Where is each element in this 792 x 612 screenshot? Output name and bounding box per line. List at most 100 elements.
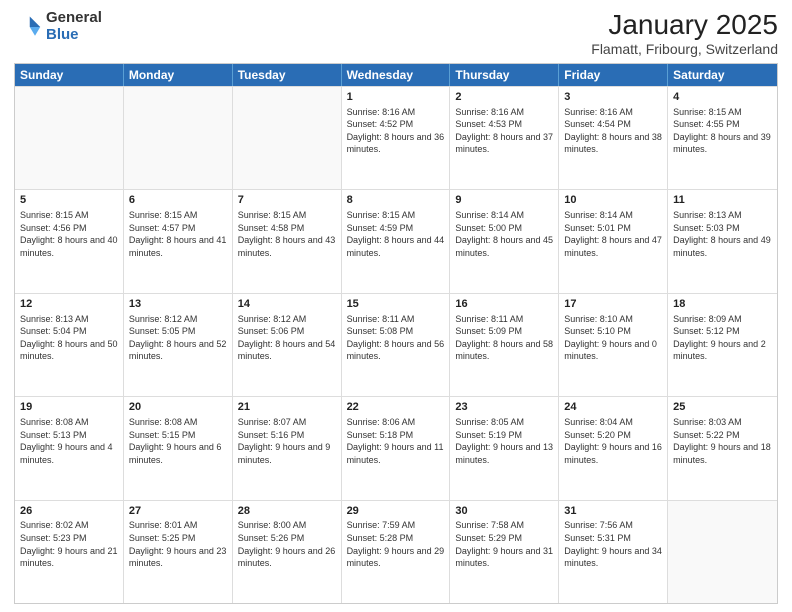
day-cell-8: 8Sunrise: 8:15 AM Sunset: 4:59 PM Daylig…	[342, 190, 451, 292]
day-number: 20	[129, 400, 227, 415]
empty-cell	[233, 87, 342, 189]
day-number: 12	[20, 297, 118, 312]
day-cell-1: 1Sunrise: 8:16 AM Sunset: 4:52 PM Daylig…	[342, 87, 451, 189]
day-info: Sunrise: 7:58 AM Sunset: 5:29 PM Dayligh…	[455, 519, 553, 569]
day-number: 26	[20, 504, 118, 519]
day-number: 15	[347, 297, 445, 312]
page-subtitle: Flamatt, Fribourg, Switzerland	[591, 41, 778, 57]
day-number: 19	[20, 400, 118, 415]
empty-cell	[124, 87, 233, 189]
day-cell-20: 20Sunrise: 8:08 AM Sunset: 5:15 PM Dayli…	[124, 397, 233, 499]
day-number: 5	[20, 193, 118, 208]
day-cell-17: 17Sunrise: 8:10 AM Sunset: 5:10 PM Dayli…	[559, 294, 668, 396]
day-cell-3: 3Sunrise: 8:16 AM Sunset: 4:54 PM Daylig…	[559, 87, 668, 189]
empty-cell	[15, 87, 124, 189]
day-info: Sunrise: 8:15 AM Sunset: 4:58 PM Dayligh…	[238, 209, 336, 259]
day-number: 14	[238, 297, 336, 312]
day-number: 10	[564, 193, 662, 208]
day-cell-2: 2Sunrise: 8:16 AM Sunset: 4:53 PM Daylig…	[450, 87, 559, 189]
day-info: Sunrise: 8:08 AM Sunset: 5:15 PM Dayligh…	[129, 416, 227, 466]
day-info: Sunrise: 8:15 AM Sunset: 4:55 PM Dayligh…	[673, 106, 772, 156]
day-info: Sunrise: 8:04 AM Sunset: 5:20 PM Dayligh…	[564, 416, 662, 466]
day-info: Sunrise: 8:13 AM Sunset: 5:04 PM Dayligh…	[20, 313, 118, 363]
day-cell-5: 5Sunrise: 8:15 AM Sunset: 4:56 PM Daylig…	[15, 190, 124, 292]
day-info: Sunrise: 8:16 AM Sunset: 4:53 PM Dayligh…	[455, 106, 553, 156]
calendar-row: 19Sunrise: 8:08 AM Sunset: 5:13 PM Dayli…	[15, 396, 777, 499]
header: General Blue January 2025 Flamatt, Fribo…	[14, 10, 778, 57]
day-number: 27	[129, 504, 227, 519]
day-cell-22: 22Sunrise: 8:06 AM Sunset: 5:18 PM Dayli…	[342, 397, 451, 499]
day-info: Sunrise: 8:05 AM Sunset: 5:19 PM Dayligh…	[455, 416, 553, 466]
day-info: Sunrise: 7:59 AM Sunset: 5:28 PM Dayligh…	[347, 519, 445, 569]
day-number: 18	[673, 297, 772, 312]
day-cell-26: 26Sunrise: 8:02 AM Sunset: 5:23 PM Dayli…	[15, 501, 124, 603]
calendar-row: 1Sunrise: 8:16 AM Sunset: 4:52 PM Daylig…	[15, 86, 777, 189]
day-info: Sunrise: 8:00 AM Sunset: 5:26 PM Dayligh…	[238, 519, 336, 569]
day-cell-10: 10Sunrise: 8:14 AM Sunset: 5:01 PM Dayli…	[559, 190, 668, 292]
day-cell-16: 16Sunrise: 8:11 AM Sunset: 5:09 PM Dayli…	[450, 294, 559, 396]
day-cell-13: 13Sunrise: 8:12 AM Sunset: 5:05 PM Dayli…	[124, 294, 233, 396]
day-info: Sunrise: 8:13 AM Sunset: 5:03 PM Dayligh…	[673, 209, 772, 259]
empty-cell	[668, 501, 777, 603]
day-info: Sunrise: 8:16 AM Sunset: 4:52 PM Dayligh…	[347, 106, 445, 156]
logo-text: General Blue	[46, 10, 102, 43]
day-info: Sunrise: 8:01 AM Sunset: 5:25 PM Dayligh…	[129, 519, 227, 569]
day-cell-30: 30Sunrise: 7:58 AM Sunset: 5:29 PM Dayli…	[450, 501, 559, 603]
day-cell-24: 24Sunrise: 8:04 AM Sunset: 5:20 PM Dayli…	[559, 397, 668, 499]
day-cell-31: 31Sunrise: 7:56 AM Sunset: 5:31 PM Dayli…	[559, 501, 668, 603]
day-info: Sunrise: 8:02 AM Sunset: 5:23 PM Dayligh…	[20, 519, 118, 569]
day-number: 11	[673, 193, 772, 208]
day-cell-28: 28Sunrise: 8:00 AM Sunset: 5:26 PM Dayli…	[233, 501, 342, 603]
day-info: Sunrise: 8:11 AM Sunset: 5:09 PM Dayligh…	[455, 313, 553, 363]
day-cell-23: 23Sunrise: 8:05 AM Sunset: 5:19 PM Dayli…	[450, 397, 559, 499]
day-cell-29: 29Sunrise: 7:59 AM Sunset: 5:28 PM Dayli…	[342, 501, 451, 603]
day-cell-7: 7Sunrise: 8:15 AM Sunset: 4:58 PM Daylig…	[233, 190, 342, 292]
day-number: 8	[347, 193, 445, 208]
page: General Blue January 2025 Flamatt, Fribo…	[0, 0, 792, 612]
day-cell-25: 25Sunrise: 8:03 AM Sunset: 5:22 PM Dayli…	[668, 397, 777, 499]
logo: General Blue	[14, 10, 102, 43]
day-number: 30	[455, 504, 553, 519]
day-info: Sunrise: 8:03 AM Sunset: 5:22 PM Dayligh…	[673, 416, 772, 466]
day-cell-18: 18Sunrise: 8:09 AM Sunset: 5:12 PM Dayli…	[668, 294, 777, 396]
day-number: 7	[238, 193, 336, 208]
header-day-tuesday: Tuesday	[233, 64, 342, 86]
day-cell-6: 6Sunrise: 8:15 AM Sunset: 4:57 PM Daylig…	[124, 190, 233, 292]
day-number: 2	[455, 90, 553, 105]
header-day-wednesday: Wednesday	[342, 64, 451, 86]
day-number: 16	[455, 297, 553, 312]
calendar-row: 12Sunrise: 8:13 AM Sunset: 5:04 PM Dayli…	[15, 293, 777, 396]
calendar-row: 5Sunrise: 8:15 AM Sunset: 4:56 PM Daylig…	[15, 189, 777, 292]
day-info: Sunrise: 8:15 AM Sunset: 4:57 PM Dayligh…	[129, 209, 227, 259]
day-info: Sunrise: 8:10 AM Sunset: 5:10 PM Dayligh…	[564, 313, 662, 363]
header-day-monday: Monday	[124, 64, 233, 86]
day-number: 3	[564, 90, 662, 105]
day-number: 21	[238, 400, 336, 415]
header-day-friday: Friday	[559, 64, 668, 86]
calendar-header: SundayMondayTuesdayWednesdayThursdayFrid…	[15, 64, 777, 86]
logo-icon	[14, 13, 42, 41]
calendar-row: 26Sunrise: 8:02 AM Sunset: 5:23 PM Dayli…	[15, 500, 777, 603]
day-cell-9: 9Sunrise: 8:14 AM Sunset: 5:00 PM Daylig…	[450, 190, 559, 292]
day-info: Sunrise: 8:12 AM Sunset: 5:06 PM Dayligh…	[238, 313, 336, 363]
day-info: Sunrise: 8:06 AM Sunset: 5:18 PM Dayligh…	[347, 416, 445, 466]
day-info: Sunrise: 8:12 AM Sunset: 5:05 PM Dayligh…	[129, 313, 227, 363]
title-block: January 2025 Flamatt, Fribourg, Switzerl…	[591, 10, 778, 57]
day-number: 24	[564, 400, 662, 415]
day-number: 31	[564, 504, 662, 519]
day-number: 6	[129, 193, 227, 208]
day-number: 25	[673, 400, 772, 415]
day-number: 28	[238, 504, 336, 519]
day-cell-21: 21Sunrise: 8:07 AM Sunset: 5:16 PM Dayli…	[233, 397, 342, 499]
day-info: Sunrise: 8:15 AM Sunset: 4:56 PM Dayligh…	[20, 209, 118, 259]
day-number: 29	[347, 504, 445, 519]
page-title: January 2025	[591, 10, 778, 41]
day-info: Sunrise: 7:56 AM Sunset: 5:31 PM Dayligh…	[564, 519, 662, 569]
logo-blue: Blue	[46, 27, 102, 44]
day-info: Sunrise: 8:14 AM Sunset: 5:00 PM Dayligh…	[455, 209, 553, 259]
day-number: 13	[129, 297, 227, 312]
calendar: SundayMondayTuesdayWednesdayThursdayFrid…	[14, 63, 778, 604]
day-info: Sunrise: 8:09 AM Sunset: 5:12 PM Dayligh…	[673, 313, 772, 363]
day-info: Sunrise: 8:11 AM Sunset: 5:08 PM Dayligh…	[347, 313, 445, 363]
header-day-sunday: Sunday	[15, 64, 124, 86]
